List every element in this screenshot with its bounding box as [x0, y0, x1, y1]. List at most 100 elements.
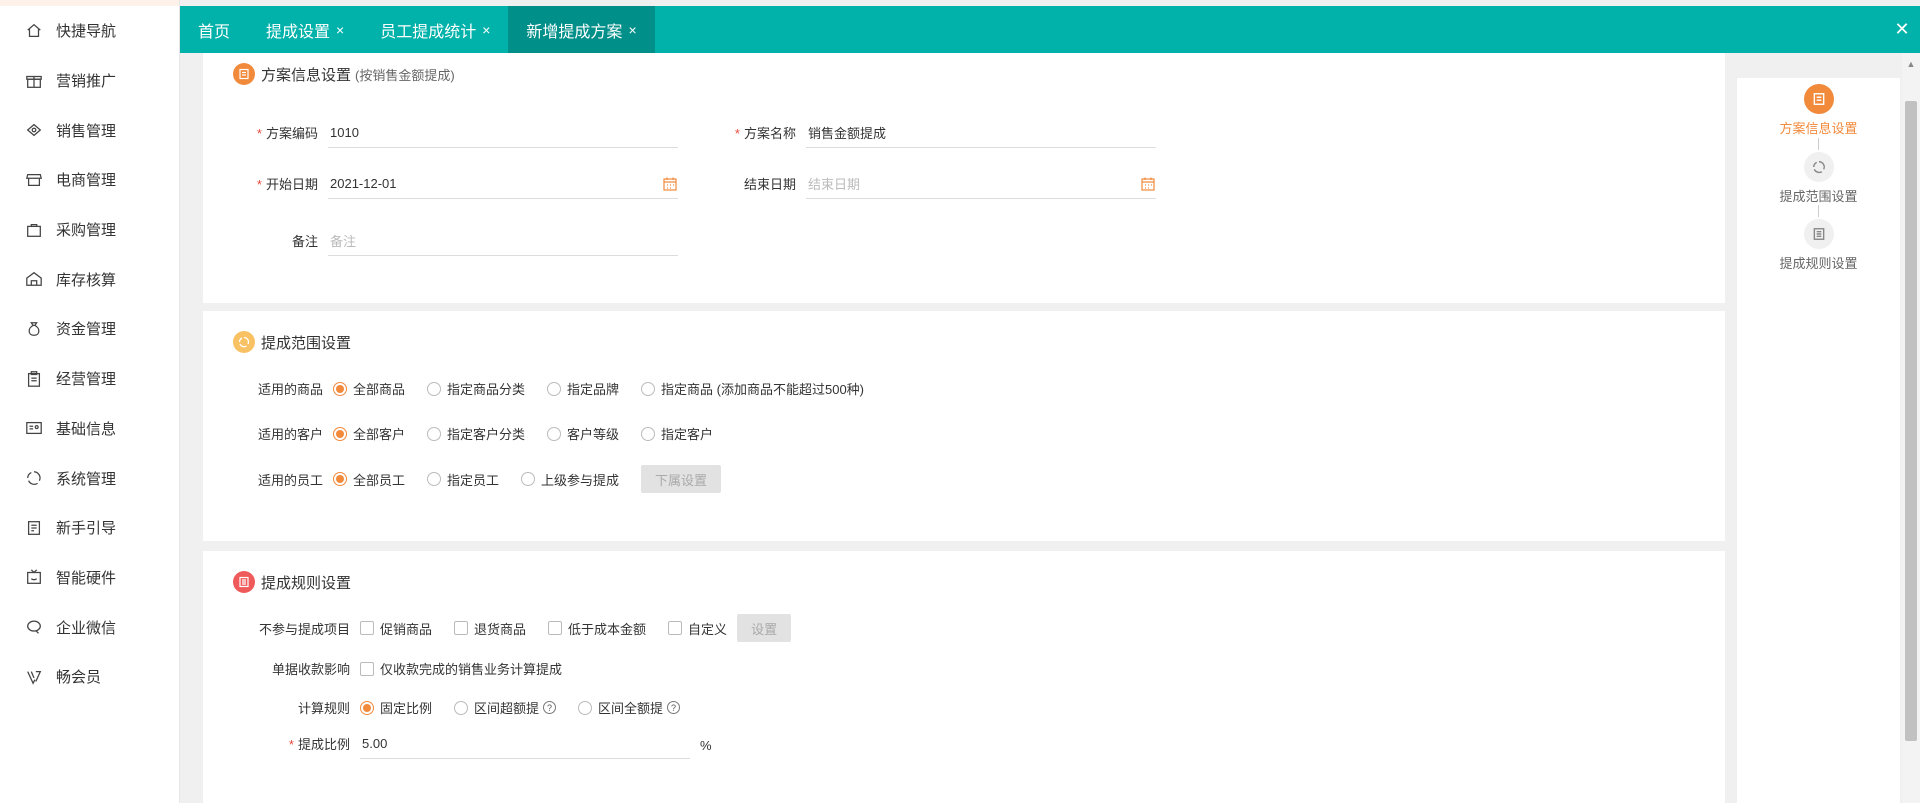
required-mark: * [256, 126, 262, 141]
plan-code-input[interactable]: 1010 [328, 118, 678, 148]
calendar-icon[interactable] [662, 176, 678, 192]
sidebar-item-vip[interactable]: 畅会员 [0, 652, 179, 702]
applicable-staff-row: 适用的员工 全部员工 指定员工 上级参与提成 下属设置 [233, 465, 722, 493]
radio-superior-commission[interactable]: 上级参与提成 [521, 470, 619, 489]
cycle-icon [24, 468, 44, 488]
vertical-scrollbar[interactable]: ▲ [1902, 53, 1920, 803]
store-icon [24, 170, 44, 190]
sidebar-item-ecommerce[interactable]: 电商管理 [0, 155, 179, 205]
sidebar-item-marketing[interactable]: 营销推广 [0, 56, 179, 106]
plan-info-section: 方案信息设置 (按销售金额提成) * 方案编码 1010 * 方案名称 销售金额提成… [203, 53, 1725, 303]
sidebar-item-funds[interactable]: 资金管理 [0, 304, 179, 354]
help-icon[interactable]: ? [667, 701, 681, 714]
radio-all-customers[interactable]: 全部客户 [333, 424, 405, 443]
sidebar-item-inventory[interactable]: 库存核算 [0, 254, 179, 304]
radio-customer-level[interactable]: 客户等级 [547, 424, 619, 443]
radio-fixed-ratio[interactable]: 固定比例 [360, 698, 432, 717]
tab-staff-commission-stats[interactable]: 员工提成统计 × [362, 6, 508, 53]
radio-specific-staff[interactable]: 指定员工 [427, 470, 499, 489]
tab-close-icon[interactable]: × [482, 22, 490, 38]
help-icon[interactable]: ? [543, 701, 557, 714]
checkbox-custom[interactable]: 自定义 [668, 619, 727, 638]
sidebar-item-label: 采购管理 [56, 222, 117, 240]
sidebar-item-operations[interactable]: 经营管理 [0, 354, 179, 404]
section-subtitle: (按销售金额提成) [355, 67, 455, 83]
checkbox-return-goods[interactable]: 退货商品 [454, 619, 526, 638]
sidebar-item-label: 资金管理 [56, 321, 117, 339]
radio-all-staff[interactable]: 全部员工 [333, 470, 405, 489]
start-date-label: * 开始日期 [256, 177, 318, 192]
sidebar-item-purchase[interactable]: 采购管理 [0, 205, 179, 255]
section-title: 提成规则设置 [233, 571, 351, 593]
radio-range-full[interactable]: 区间全额提? [578, 698, 681, 717]
radio-specific-goods[interactable]: 指定商品 (添加商品不能超过500种) [641, 379, 864, 398]
sidebar-item-label: 营销推广 [56, 73, 117, 91]
plan-name-label: * 方案名称 [734, 126, 796, 141]
radio-customer-category[interactable]: 指定客户分类 [427, 424, 525, 443]
radio-all-goods[interactable]: 全部商品 [333, 379, 405, 398]
radio-brand[interactable]: 指定品牌 [547, 379, 619, 398]
radio-range-excess[interactable]: 区间超额提? [454, 698, 557, 717]
radio-specific-customer[interactable]: 指定客户 [641, 424, 713, 443]
tab-commission-settings[interactable]: 提成设置 × [248, 6, 362, 53]
checkbox-promo-goods[interactable]: 促销商品 [360, 619, 432, 638]
section-title-text: 提成范围设置 [261, 334, 352, 352]
tab-new-commission-plan[interactable]: 新增提成方案 × [508, 6, 655, 53]
sidebar-item-quick-nav[interactable]: 快捷导航 [0, 6, 179, 56]
sidebar-item-label: 畅会员 [56, 669, 102, 687]
warehouse-icon [24, 269, 44, 289]
start-date-input[interactable]: 2021-12-01 [328, 169, 678, 199]
sidebar-item-basic-info[interactable]: 基础信息 [0, 404, 179, 454]
end-date-field: 结束日期 结束日期 [711, 169, 1156, 199]
step-label: 提成规则设置 [1779, 256, 1858, 271]
section-title-text: 方案信息设置 [261, 66, 352, 84]
tab-close-icon[interactable]: × [628, 22, 636, 38]
sidebar-item-hardware[interactable]: 智能硬件 [0, 553, 179, 603]
required-mark: * [734, 126, 740, 141]
plan-name-input[interactable]: 销售金额提成 [806, 118, 1156, 148]
step-scope[interactable]: 提成范围设置 [1737, 152, 1900, 205]
commission-ratio-field: * 提成比例 5.00 % [233, 729, 712, 759]
rules-list-icon [233, 571, 255, 593]
calendar-icon[interactable] [1140, 176, 1156, 192]
remark-input[interactable]: 备注 [328, 226, 678, 256]
scroll-up-icon[interactable]: ▲ [1902, 59, 1920, 69]
step-label: 提成范围设置 [1779, 189, 1858, 204]
step-connector [1818, 138, 1819, 150]
end-date-input[interactable]: 结束日期 [806, 169, 1156, 199]
checkbox-below-cost[interactable]: 低于成本金额 [548, 619, 646, 638]
sidebar-item-label: 快捷导航 [56, 23, 117, 41]
scrollbar-thumb[interactable] [1905, 101, 1917, 741]
tab-label: 员工提成统计 [380, 23, 477, 41]
checkbox-paid-only[interactable]: 仅收款完成的销售业务计算提成 [360, 659, 562, 678]
calc-rule-label: 计算规则 [297, 701, 350, 716]
ratio-unit: % [700, 738, 712, 753]
step-rules[interactable]: 提成规则设置 [1737, 219, 1900, 272]
scope-cycle-icon [1803, 152, 1834, 182]
tab-label: 新增提成方案 [526, 23, 623, 41]
sales-icon [24, 120, 44, 140]
sidebar-item-sales[interactable]: 销售管理 [0, 105, 179, 155]
tab-home[interactable]: 首页 [180, 6, 248, 53]
required-mark: * [256, 177, 262, 192]
tab-bar: 首页 提成设置 × 员工提成统计 × 新增提成方案 × ✕ [180, 6, 1920, 53]
commission-ratio-input[interactable]: 5.00 [360, 729, 690, 759]
commission-rules-section: 提成规则设置 不参与提成项目 促销商品 退货商品 低于成本金额 自定义 设置 单… [203, 551, 1725, 803]
plan-name-field: * 方案名称 销售金额提成 [711, 118, 1156, 148]
sidebar-item-wechat-work[interactable]: 企业微信 [0, 602, 179, 652]
subordinate-settings-button[interactable]: 下属设置 [641, 465, 722, 493]
remark-label: 备注 [291, 234, 318, 249]
section-title: 提成范围设置 [233, 331, 351, 353]
receipt-impact-label: 单据收款影响 [271, 662, 350, 677]
custom-settings-button[interactable]: 设置 [737, 614, 792, 642]
applicable-customers-label: 适用的客户 [257, 427, 323, 442]
sidebar-item-label: 系统管理 [56, 470, 117, 488]
radio-goods-category[interactable]: 指定商品分类 [427, 379, 525, 398]
sidebar-item-label: 销售管理 [56, 122, 117, 140]
clipboard-icon [24, 369, 44, 389]
sidebar-item-system[interactable]: 系统管理 [0, 453, 179, 503]
tab-close-icon[interactable]: × [336, 22, 344, 38]
close-all-icon[interactable]: ✕ [1884, 6, 1920, 53]
sidebar-item-guide[interactable]: 新手引导 [0, 503, 179, 553]
step-plan-info[interactable]: 方案信息设置 [1737, 84, 1900, 137]
